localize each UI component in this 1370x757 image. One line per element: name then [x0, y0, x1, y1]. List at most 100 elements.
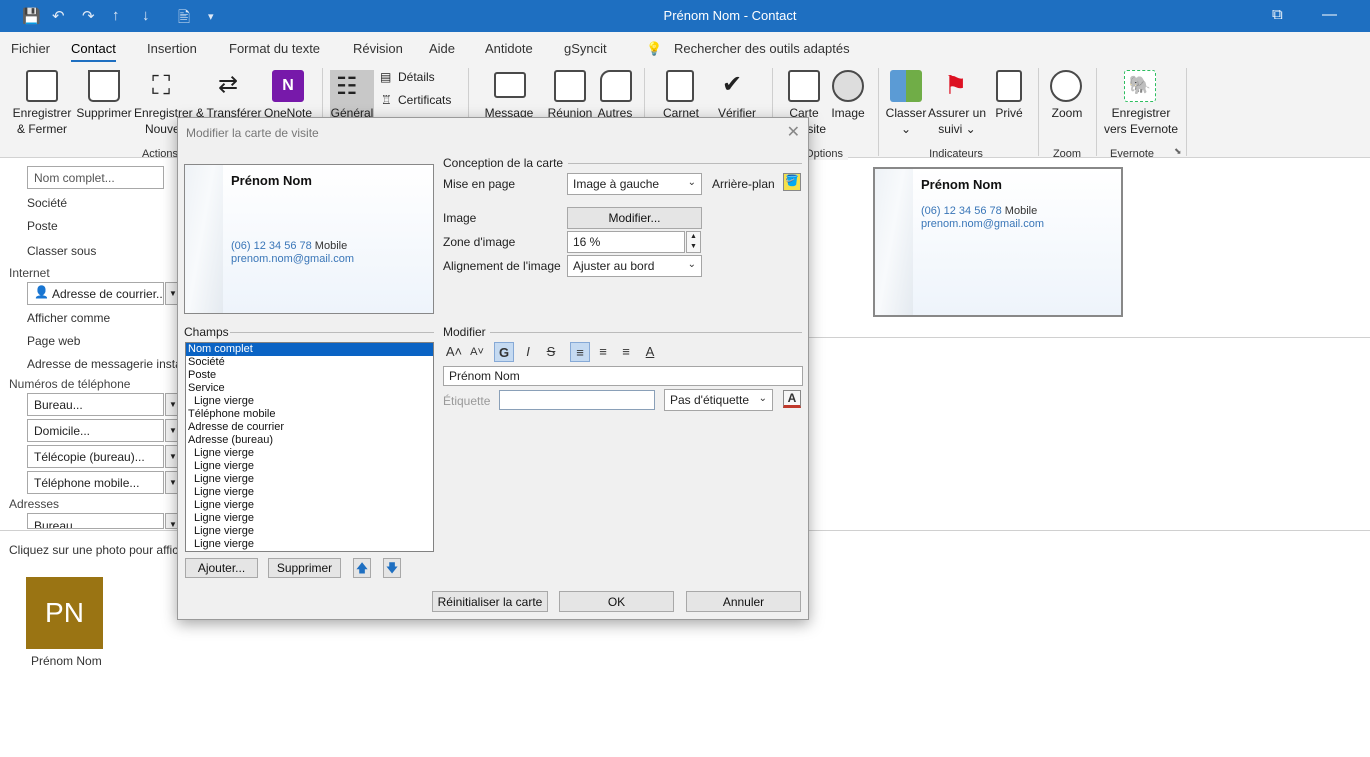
- list-item[interactable]: Adresse de courrier: [186, 421, 433, 434]
- list-item[interactable]: Ligne vierge: [186, 447, 433, 460]
- follow-up-button[interactable]: Assurer un suivi ⌄: [926, 105, 988, 137]
- tab-contact[interactable]: Contact: [71, 41, 116, 63]
- list-item[interactable]: Nom complet: [186, 343, 433, 356]
- address-button[interactable]: Bureau...: [27, 513, 164, 529]
- customize-icon[interactable]: ▾: [208, 10, 214, 23]
- search-tools[interactable]: Rechercher des outils adaptés: [674, 41, 850, 56]
- avatar[interactable]: PN: [26, 577, 103, 649]
- align-center-button[interactable]: ≡: [593, 342, 613, 362]
- label-input[interactable]: [499, 390, 655, 410]
- layout-select[interactable]: Image à gauche ⌄: [567, 173, 702, 195]
- list-item[interactable]: Ligne vierge: [186, 486, 433, 499]
- list-item[interactable]: Ligne vierge: [186, 538, 433, 551]
- strikethrough-button[interactable]: S: [541, 342, 561, 362]
- save-icon[interactable]: 💾: [22, 7, 41, 25]
- ok-button[interactable]: OK: [559, 591, 674, 612]
- image-align-select[interactable]: Ajuster au bord ⌄: [567, 255, 702, 277]
- form-icon[interactable]: 🖹: [178, 7, 190, 32]
- undo-icon[interactable]: ↶: [52, 7, 65, 25]
- phone-section: Numéros de téléphone: [9, 377, 131, 391]
- tab-gsyncit[interactable]: gSyncit: [564, 41, 607, 56]
- close-icon[interactable]: ✕: [787, 122, 800, 142]
- fax-button[interactable]: Télécopie (bureau)...: [27, 445, 164, 468]
- tab-format[interactable]: Format du texte: [229, 41, 320, 56]
- bold-button[interactable]: G: [494, 342, 514, 362]
- categorize-button[interactable]: Classer ⌄: [882, 105, 930, 137]
- cancel-button[interactable]: Annuler: [686, 591, 801, 612]
- list-item[interactable]: Ligne vierge: [186, 512, 433, 525]
- fields-heading: Champs: [184, 325, 229, 339]
- up-icon[interactable]: ↑: [112, 7, 120, 24]
- label-color-icon[interactable]: A: [783, 390, 801, 408]
- list-item[interactable]: Service: [186, 382, 433, 395]
- fields-list[interactable]: Nom complet Société Poste Service Ligne …: [185, 342, 434, 552]
- list-item[interactable]: Société: [186, 356, 433, 369]
- list-item[interactable]: Téléphone mobile: [186, 408, 433, 421]
- private-button[interactable]: Privé: [986, 105, 1032, 121]
- redo-icon[interactable]: ↷: [82, 7, 95, 25]
- save-close-button[interactable]: Enregistrer & Fermer: [8, 105, 76, 137]
- italic-button[interactable]: I: [518, 342, 538, 362]
- onenote-icon: N: [272, 70, 304, 102]
- dialog-card-email: prenom.nom@gmail.com: [231, 253, 355, 265]
- window-title: Prénom Nom - Contact: [663, 8, 797, 23]
- tab-antidote[interactable]: Antidote: [485, 41, 533, 56]
- label-position-select[interactable]: Pas d'étiquette ⌄: [664, 389, 773, 411]
- picture-button[interactable]: Image: [824, 105, 872, 121]
- internet-section: Internet: [9, 266, 50, 280]
- list-item[interactable]: Poste: [186, 369, 433, 382]
- tab-revision[interactable]: Révision: [353, 41, 403, 56]
- move-down-icon[interactable]: 🡇: [383, 558, 401, 578]
- list-item[interactable]: Ligne vierge: [186, 395, 433, 408]
- group-zoom: Zoom: [1052, 148, 1082, 160]
- change-image-button[interactable]: Modifier...: [567, 207, 702, 229]
- down-icon[interactable]: ↓: [142, 7, 150, 24]
- minimize-icon[interactable]: —: [1322, 6, 1337, 23]
- evernote-button[interactable]: Enregistrer vers Evernote: [1100, 105, 1182, 137]
- mobile-phone-button[interactable]: Téléphone mobile...: [27, 471, 164, 494]
- paint-bucket-icon[interactable]: 🪣: [783, 173, 801, 191]
- title-bar: 💾 ↶ ↷ ↑ ↓ 🖹 ▾ Prénom Nom - Contact ⧉ —: [0, 0, 1370, 32]
- field-text-input[interactable]: Prénom Nom: [443, 366, 803, 386]
- group-indicateurs: Indicateurs: [929, 148, 983, 160]
- tab-insertion[interactable]: Insertion: [147, 41, 197, 56]
- card-divider: [809, 337, 1370, 338]
- move-up-icon[interactable]: 🡅: [353, 558, 371, 578]
- group-actions: Actions: [141, 148, 179, 160]
- full-name-button[interactable]: Nom complet...: [27, 166, 164, 189]
- image-area-input[interactable]: 16 %: [567, 231, 685, 253]
- mail-icon: [494, 72, 526, 98]
- tab-fichier[interactable]: Fichier: [11, 41, 50, 56]
- card-phone-line: (06) 12 34 56 78 Mobile: [921, 205, 1038, 217]
- align-left-button[interactable]: ≡: [570, 342, 590, 362]
- tab-aide[interactable]: Aide: [429, 41, 455, 56]
- shrink-font-icon[interactable]: A˅: [467, 342, 487, 362]
- font-color-button[interactable]: A: [640, 342, 660, 362]
- delete-button[interactable]: Supprimer: [72, 105, 136, 121]
- align-right-button[interactable]: ≡: [616, 342, 636, 362]
- details-button[interactable]: Détails: [398, 70, 435, 84]
- im-address-label: Adresse de messagerie instantanée: [27, 357, 177, 371]
- restore-icon[interactable]: ⧉: [1272, 6, 1283, 23]
- save-new-icon: ⛶: [152, 70, 171, 100]
- reset-card-button[interactable]: Réinitialiser la carte: [432, 591, 548, 612]
- zoom-button[interactable]: Zoom: [1044, 105, 1090, 121]
- card-email: prenom.nom@gmail.com: [921, 218, 1045, 230]
- business-phone-button[interactable]: Bureau...: [27, 393, 164, 416]
- remove-field-button[interactable]: Supprimer: [268, 558, 341, 578]
- add-field-button[interactable]: Ajouter...: [185, 558, 258, 578]
- list-item[interactable]: Ligne vierge: [186, 499, 433, 512]
- list-item[interactable]: Ligne vierge: [186, 525, 433, 538]
- home-phone-button[interactable]: Domicile...: [27, 419, 164, 442]
- list-item[interactable]: Ligne vierge: [186, 460, 433, 473]
- dialog-launcher-icon[interactable]: ⬊: [1174, 146, 1182, 157]
- image-area-stepper[interactable]: ▲ ▼: [686, 231, 701, 253]
- grow-font-icon[interactable]: A˄: [444, 342, 464, 362]
- business-card-preview[interactable]: Prénom Nom (06) 12 34 56 78 Mobile preno…: [873, 167, 1123, 317]
- list-item[interactable]: Adresse (bureau): [186, 434, 433, 447]
- certificates-button[interactable]: Certificats: [398, 93, 451, 107]
- picture-icon: [832, 70, 864, 102]
- image-align-label: Alignement de l'image: [443, 259, 561, 273]
- list-item[interactable]: Ligne vierge: [186, 473, 433, 486]
- flag-icon: ⚑: [944, 70, 968, 100]
